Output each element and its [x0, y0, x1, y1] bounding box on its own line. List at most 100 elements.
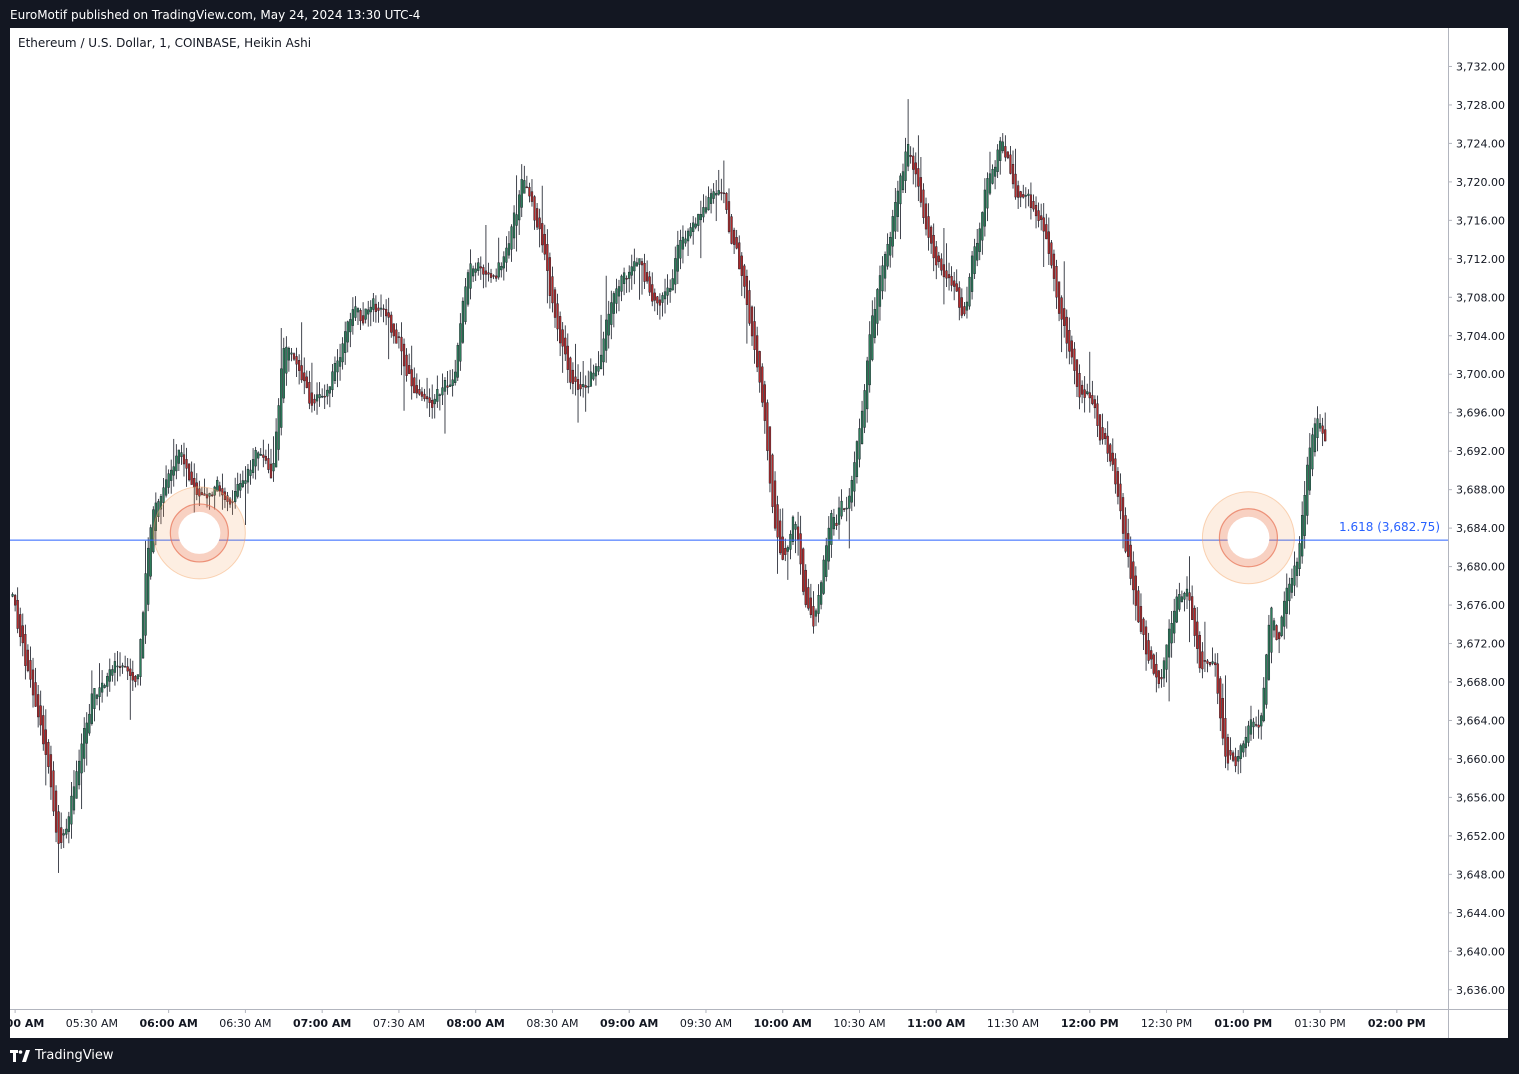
candle-body: [901, 171, 905, 191]
candle-body: [748, 290, 751, 324]
price-tick-label: 3,648.00: [1456, 868, 1505, 881]
candle-body: [1024, 195, 1027, 197]
candle-body: [717, 190, 720, 195]
candle-body: [431, 400, 434, 408]
candle-body: [620, 275, 623, 292]
candle-body: [49, 754, 53, 788]
candle-body: [328, 386, 331, 394]
time-axis[interactable]: 05:00 AM 05:30 AM 06:00 AM 06:30 AM 07:00 AM…: [10, 1009, 1426, 1030]
candle-body: [1091, 395, 1094, 404]
candle-body: [269, 463, 273, 479]
candle-body: [254, 450, 257, 467]
price-axis[interactable]: 3,732.00 3,728.00 3,724.00 3,720.00 3,716.00…: [1448, 60, 1505, 997]
candle-body: [965, 301, 969, 311]
candle-body: [244, 480, 247, 484]
candle-body: [1229, 750, 1232, 756]
candle-body: [628, 271, 631, 279]
candle-body: [692, 222, 695, 232]
candle-body: [1303, 495, 1306, 536]
candle-body: [113, 661, 117, 673]
price-chart[interactable]: 1.618 (3,682.75) 3,732.00 3,728.00 3,724.0…: [10, 28, 1508, 1038]
candle-body: [1139, 606, 1143, 632]
candle-body: [551, 276, 554, 304]
candle-body: [382, 308, 385, 310]
candle-body: [686, 230, 690, 242]
candle-body: [1060, 297, 1063, 320]
candle-body: [1011, 163, 1015, 185]
candle-body: [1006, 151, 1010, 159]
candle-body: [571, 369, 575, 384]
candle-body: [1219, 678, 1222, 719]
candle-body: [587, 385, 590, 388]
candle-body: [1188, 592, 1191, 601]
candle-body: [599, 354, 603, 370]
candle-body: [612, 293, 615, 314]
candle-body: [344, 331, 347, 353]
fib-level-label: 1.618 (3,682.75): [1339, 520, 1440, 534]
candle-body: [827, 527, 830, 562]
candle-body: [1288, 583, 1291, 602]
candle-body: [361, 315, 365, 324]
candle-body: [605, 319, 608, 351]
candle-body: [1070, 340, 1073, 358]
chart-frame[interactable]: 1.618 (3,682.75) 3,732.00 3,728.00 3,724.0…: [10, 28, 1508, 1038]
price-tick-label: 3,724.00: [1456, 137, 1505, 150]
candle-body: [635, 262, 639, 267]
candle-body: [873, 309, 876, 338]
candle-body: [459, 323, 462, 362]
candle-body: [234, 491, 237, 502]
candle-body: [390, 314, 393, 333]
candle-body: [909, 155, 912, 157]
candle-body: [745, 275, 749, 305]
candle-body: [121, 665, 124, 668]
candle-body: [1257, 724, 1260, 728]
candle-body: [1183, 592, 1186, 600]
candle-body: [251, 459, 255, 473]
time-tick-label: 07:00 AM: [293, 1017, 351, 1030]
price-tick-label: 3,688.00: [1456, 484, 1505, 497]
candle-body: [413, 377, 416, 394]
candle-body: [1098, 414, 1102, 441]
time-tick-label: 08:00 AM: [447, 1017, 505, 1030]
candle-body: [523, 180, 526, 194]
candle-body: [576, 379, 580, 390]
candle-body: [116, 665, 119, 668]
candle-body: [454, 371, 457, 383]
candle-body: [817, 595, 820, 614]
candle-body: [436, 389, 439, 402]
candle-body: [878, 275, 882, 307]
candle-body: [871, 315, 874, 360]
candle-body: [1050, 242, 1053, 266]
candle-body: [1052, 253, 1056, 279]
candle-body: [1137, 590, 1140, 623]
candle-body: [126, 666, 129, 672]
candle-body: [443, 380, 447, 392]
candle-body: [694, 223, 697, 228]
candle-body: [290, 352, 293, 355]
candle-body: [978, 228, 981, 252]
candle-body: [505, 247, 508, 263]
candle-body: [397, 336, 401, 338]
candle-body: [1180, 596, 1184, 603]
candle-body: [190, 471, 193, 485]
candle-body: [1239, 745, 1242, 759]
candle-body: [697, 213, 700, 226]
candle-body: [216, 479, 219, 492]
candle-body: [725, 193, 728, 210]
candle-body: [1093, 399, 1097, 409]
candle-body: [1306, 464, 1309, 516]
candle-body: [658, 299, 662, 306]
candle-body: [182, 454, 186, 465]
candle-body: [1078, 372, 1081, 398]
candle-body: [90, 693, 94, 724]
price-tick-label: 3,716.00: [1456, 214, 1505, 227]
candle-body: [848, 495, 851, 509]
candle-body: [730, 216, 733, 244]
candle-body: [589, 371, 592, 387]
candle-body: [162, 487, 165, 503]
candle-body: [446, 385, 449, 388]
candle-body: [807, 587, 810, 609]
candle-body: [415, 385, 418, 394]
candle-body: [1270, 607, 1273, 653]
candle-body: [896, 190, 899, 217]
